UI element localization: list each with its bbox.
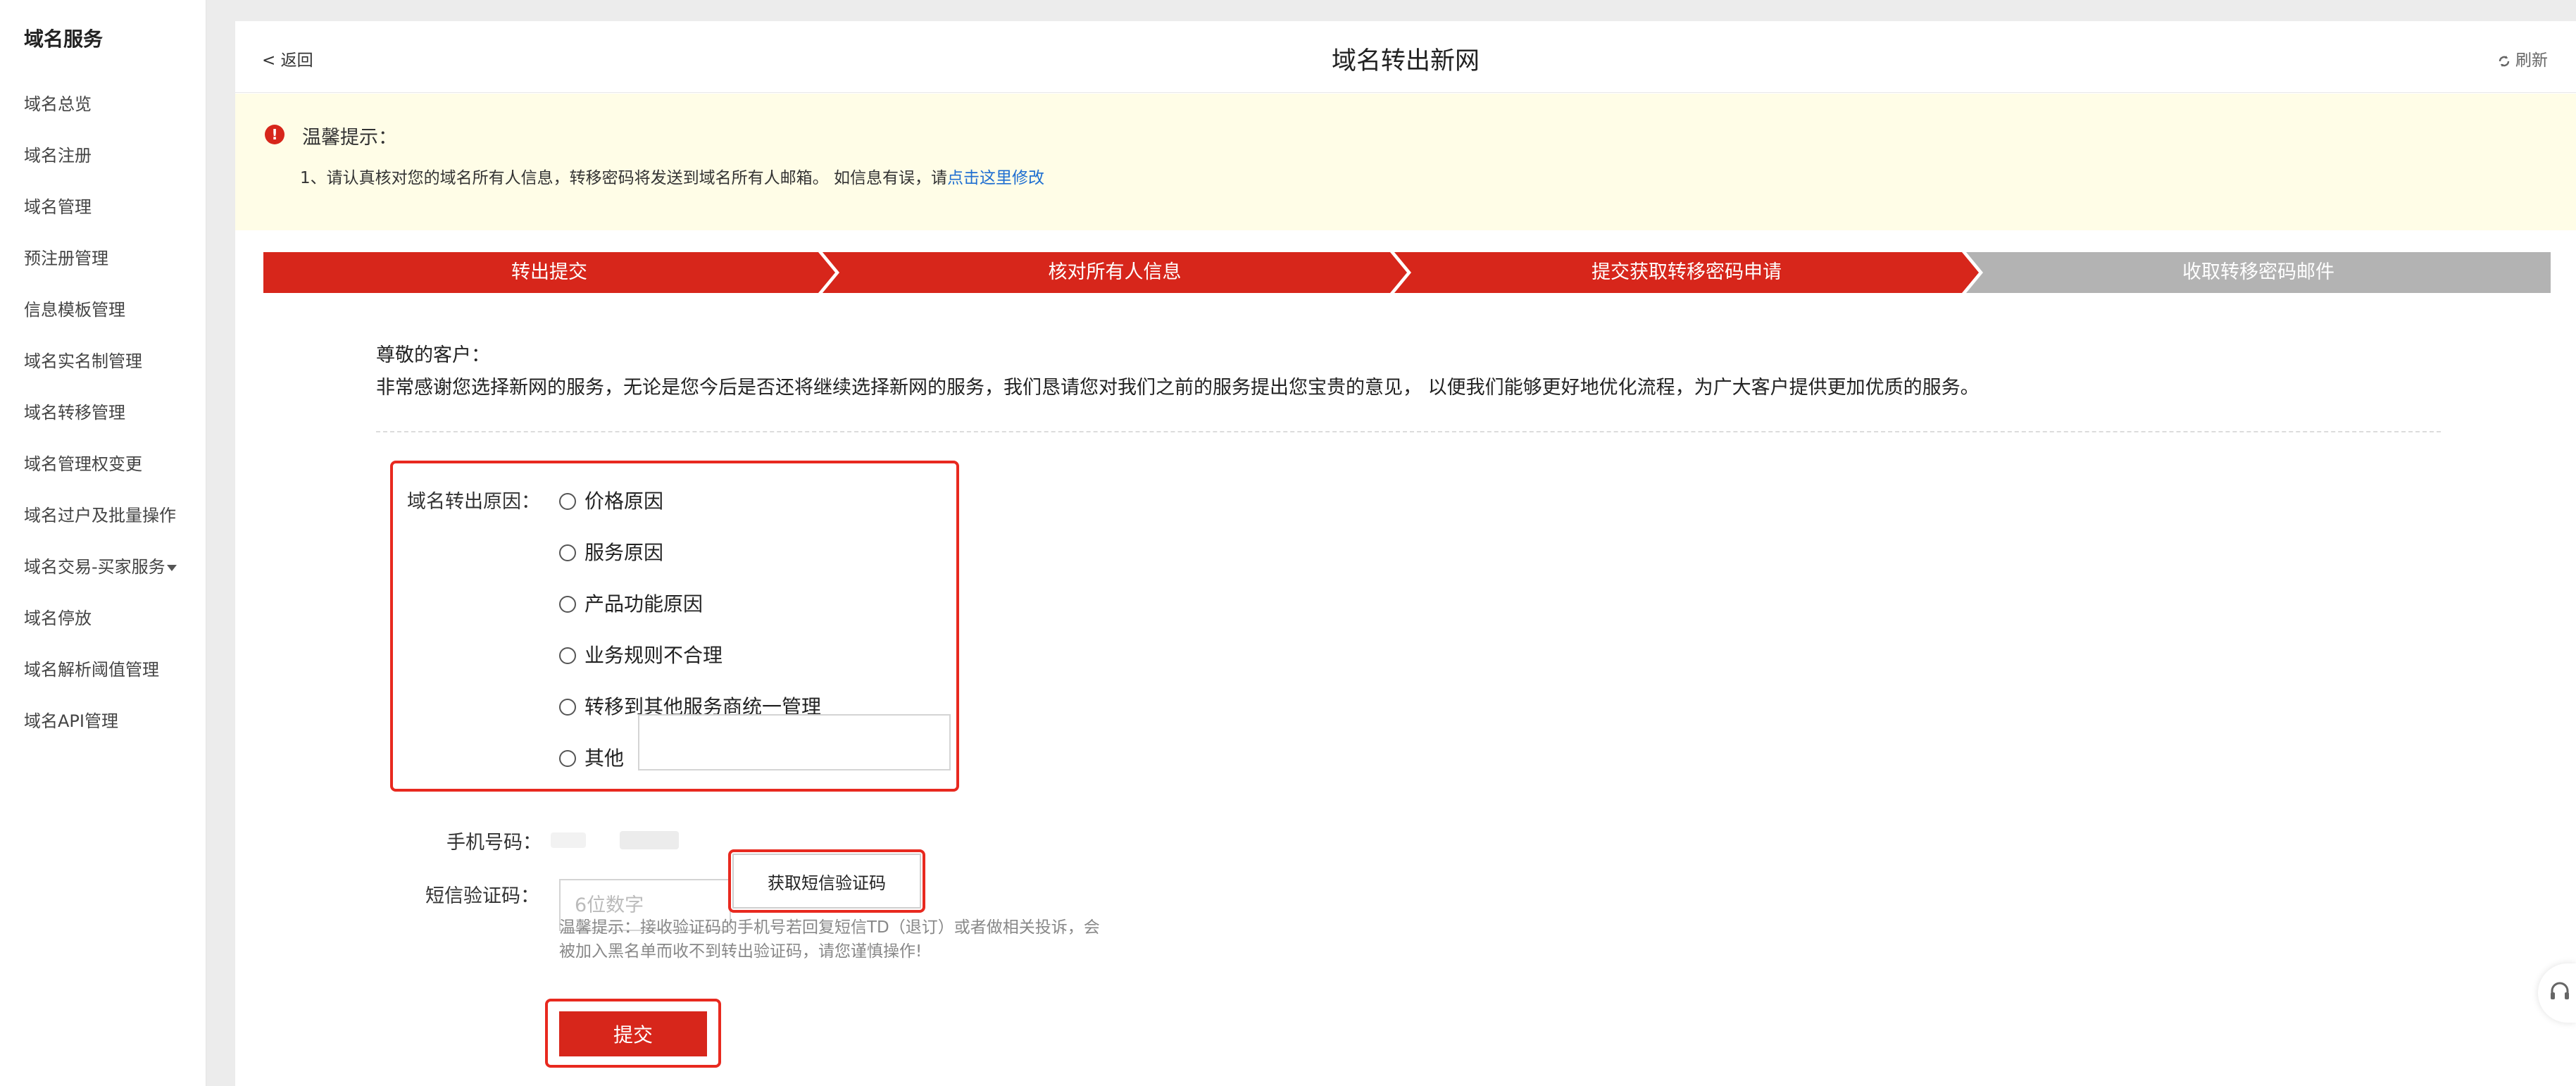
greeting-message: 非常感谢您选择新网的服务，无论是您今后是否还将继续选择新网的服务，我们恳请您对我… xyxy=(376,377,1980,399)
progress-steps: 转出提交 核对所有人信息 提交获取转移密码申请 收取转移密码邮件 xyxy=(263,252,2551,293)
notice-banner: ! 温馨提示： 1、请认真核对您的域名所有人信息，转移密码将发送到域名所有人邮箱… xyxy=(235,94,2576,230)
radio-circle[interactable] xyxy=(559,493,576,510)
phone-number-masked xyxy=(551,832,586,848)
page-header: < 返回 域名转出新网 刷新 xyxy=(235,21,2576,93)
sms-tip: 温馨提示：接收验证码的手机号若回复短信TD（退订）或者做相关投诉，会 被加入黑名… xyxy=(559,916,1172,963)
reason-option-label: 产品功能原因 xyxy=(584,592,704,616)
radio-circle[interactable] xyxy=(559,647,576,664)
step-2: 核对所有人信息 xyxy=(823,252,1407,293)
divider xyxy=(376,431,2441,432)
reason-option-label: 服务原因 xyxy=(584,541,664,564)
refresh-button[interactable]: 刷新 xyxy=(2497,46,2548,70)
notice-title: 温馨提示： xyxy=(302,127,397,149)
step-3: 提交获取转移密码申请 xyxy=(1394,252,1979,293)
sidebar-item-domain-manage[interactable]: 域名管理 xyxy=(24,193,92,218)
notice-message: 1、请认真核对您的域名所有人信息，转移密码将发送到域名所有人邮箱。 如信息有误，… xyxy=(300,169,947,187)
caret-down-icon xyxy=(166,564,177,571)
headset-icon xyxy=(2551,982,2569,999)
sidebar-title: 域名服务 xyxy=(24,27,104,51)
reason-option-label: 价格原因 xyxy=(584,489,664,513)
page-title: 域名转出新网 xyxy=(1331,47,1480,75)
sidebar-item-info-template[interactable]: 信息模板管理 xyxy=(24,296,125,320)
reason-option-other[interactable]: 其他 xyxy=(559,743,624,771)
sms-tip-line1: 温馨提示：接收验证码的手机号若回复短信TD（退订）或者做相关投诉，会 xyxy=(559,918,1100,937)
sidebar-item-preregister[interactable]: 预注册管理 xyxy=(24,244,108,269)
sidebar-item-domain-register[interactable]: 域名注册 xyxy=(24,142,92,166)
step-4: 收取转移密码邮件 xyxy=(1966,252,2551,293)
step-1: 转出提交 xyxy=(263,252,835,293)
sidebar-item-batch-ops[interactable]: 域名过户及批量操作 xyxy=(24,501,176,526)
sidebar: 域名服务 域名总览 域名注册 域名管理 预注册管理 信息模板管理 域名实名制管理… xyxy=(0,0,206,1086)
sidebar-item-domain-overview[interactable]: 域名总览 xyxy=(24,90,92,115)
sidebar-item-ownership-change[interactable]: 域名管理权变更 xyxy=(24,450,142,475)
reason-option-service[interactable]: 服务原因 xyxy=(559,537,663,566)
reason-option-rules[interactable]: 业务规则不合理 xyxy=(559,640,723,668)
radio-circle[interactable] xyxy=(559,544,576,561)
reason-option-label: 业务规则不合理 xyxy=(584,644,723,667)
other-reason-input[interactable] xyxy=(638,714,951,770)
reason-label: 域名转出原因： xyxy=(407,491,540,513)
main-panel: < 返回 域名转出新网 刷新 ! 温馨提示： 1、请认真核对您的域名所有人信息，… xyxy=(235,21,2576,1086)
get-sms-code-button[interactable]: 获取短信验证码 xyxy=(732,854,921,909)
edit-owner-link[interactable]: 点击这里修改 xyxy=(947,169,1044,187)
submit-button[interactable]: 提交 xyxy=(559,1011,707,1056)
sms-tip-line2: 被加入黑名单而收不到转出验证码，请您谨慎操作! xyxy=(559,942,923,961)
sidebar-item-realname[interactable]: 域名实名制管理 xyxy=(24,347,142,372)
sidebar-item-parking[interactable]: 域名停放 xyxy=(24,604,92,629)
reason-option-label: 其他 xyxy=(584,747,625,770)
radio-circle[interactable] xyxy=(559,699,576,716)
refresh-icon xyxy=(2499,55,2510,67)
sidebar-item-transfer[interactable]: 域名转移管理 xyxy=(24,399,125,423)
phone-label: 手机号码： xyxy=(446,832,542,854)
greeting-salutation: 尊敬的客户： xyxy=(376,344,490,366)
sidebar-item-dns-threshold[interactable]: 域名解析阈值管理 xyxy=(24,656,159,680)
sidebar-item-api[interactable]: 域名API管理 xyxy=(24,707,118,732)
radio-circle[interactable] xyxy=(559,596,576,613)
sidebar-item-label: 域名交易-买家服务 xyxy=(24,557,165,577)
sms-label: 短信验证码： xyxy=(425,885,539,907)
reason-option-price[interactable]: 价格原因 xyxy=(559,486,663,514)
notice-text: 1、请认真核对您的域名所有人信息，转移密码将发送到域名所有人邮箱。 如信息有误，… xyxy=(300,164,1044,188)
sidebar-item-trade-buyer[interactable]: 域名交易-买家服务 xyxy=(24,553,177,578)
reason-option-product[interactable]: 产品功能原因 xyxy=(559,589,703,617)
phone-number-masked xyxy=(620,831,679,849)
radio-circle[interactable] xyxy=(559,750,576,767)
exclamation-circle-icon: ! xyxy=(265,125,285,144)
refresh-label: 刷新 xyxy=(2515,51,2548,70)
